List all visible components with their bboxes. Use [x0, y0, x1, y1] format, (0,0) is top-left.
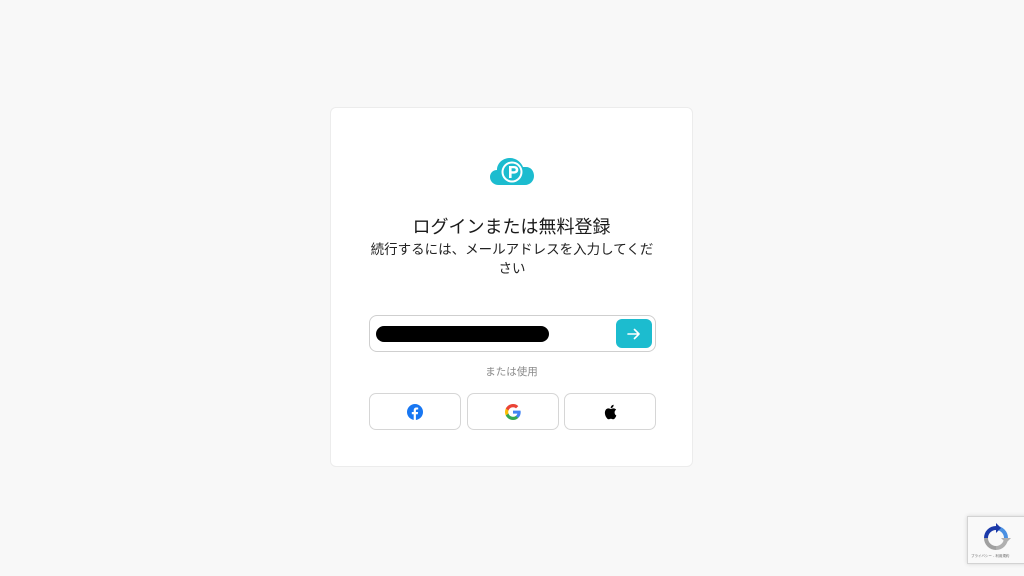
- facebook-login-button[interactable]: [369, 393, 461, 430]
- redacted-email-value: [376, 326, 549, 342]
- facebook-icon: [407, 403, 423, 420]
- email-field-container: [369, 315, 656, 352]
- login-card: ログインまたは無料登録 続行するには、メールアドレスを入力してください または使…: [330, 107, 693, 467]
- pcloud-logo-icon: [490, 158, 534, 185]
- submit-arrow-button[interactable]: [616, 319, 652, 348]
- page-subtitle: 続行するには、メールアドレスを入力してください: [370, 242, 654, 277]
- social-login-row: [369, 393, 656, 430]
- or-use-label: または使用: [485, 366, 538, 378]
- arrow-right-icon: [627, 328, 640, 339]
- recaptcha-icon: [984, 523, 1011, 550]
- recaptcha-footer-text: プライバシー - 利用規約: [971, 554, 1010, 558]
- apple-login-button[interactable]: [564, 393, 656, 430]
- apple-icon: [604, 404, 617, 419]
- google-login-button[interactable]: [466, 393, 559, 430]
- google-icon: [504, 403, 521, 420]
- page-title: ログインまたは無料登録: [412, 217, 611, 238]
- recaptcha-badge[interactable]: プライバシー - 利用規約: [967, 516, 1024, 564]
